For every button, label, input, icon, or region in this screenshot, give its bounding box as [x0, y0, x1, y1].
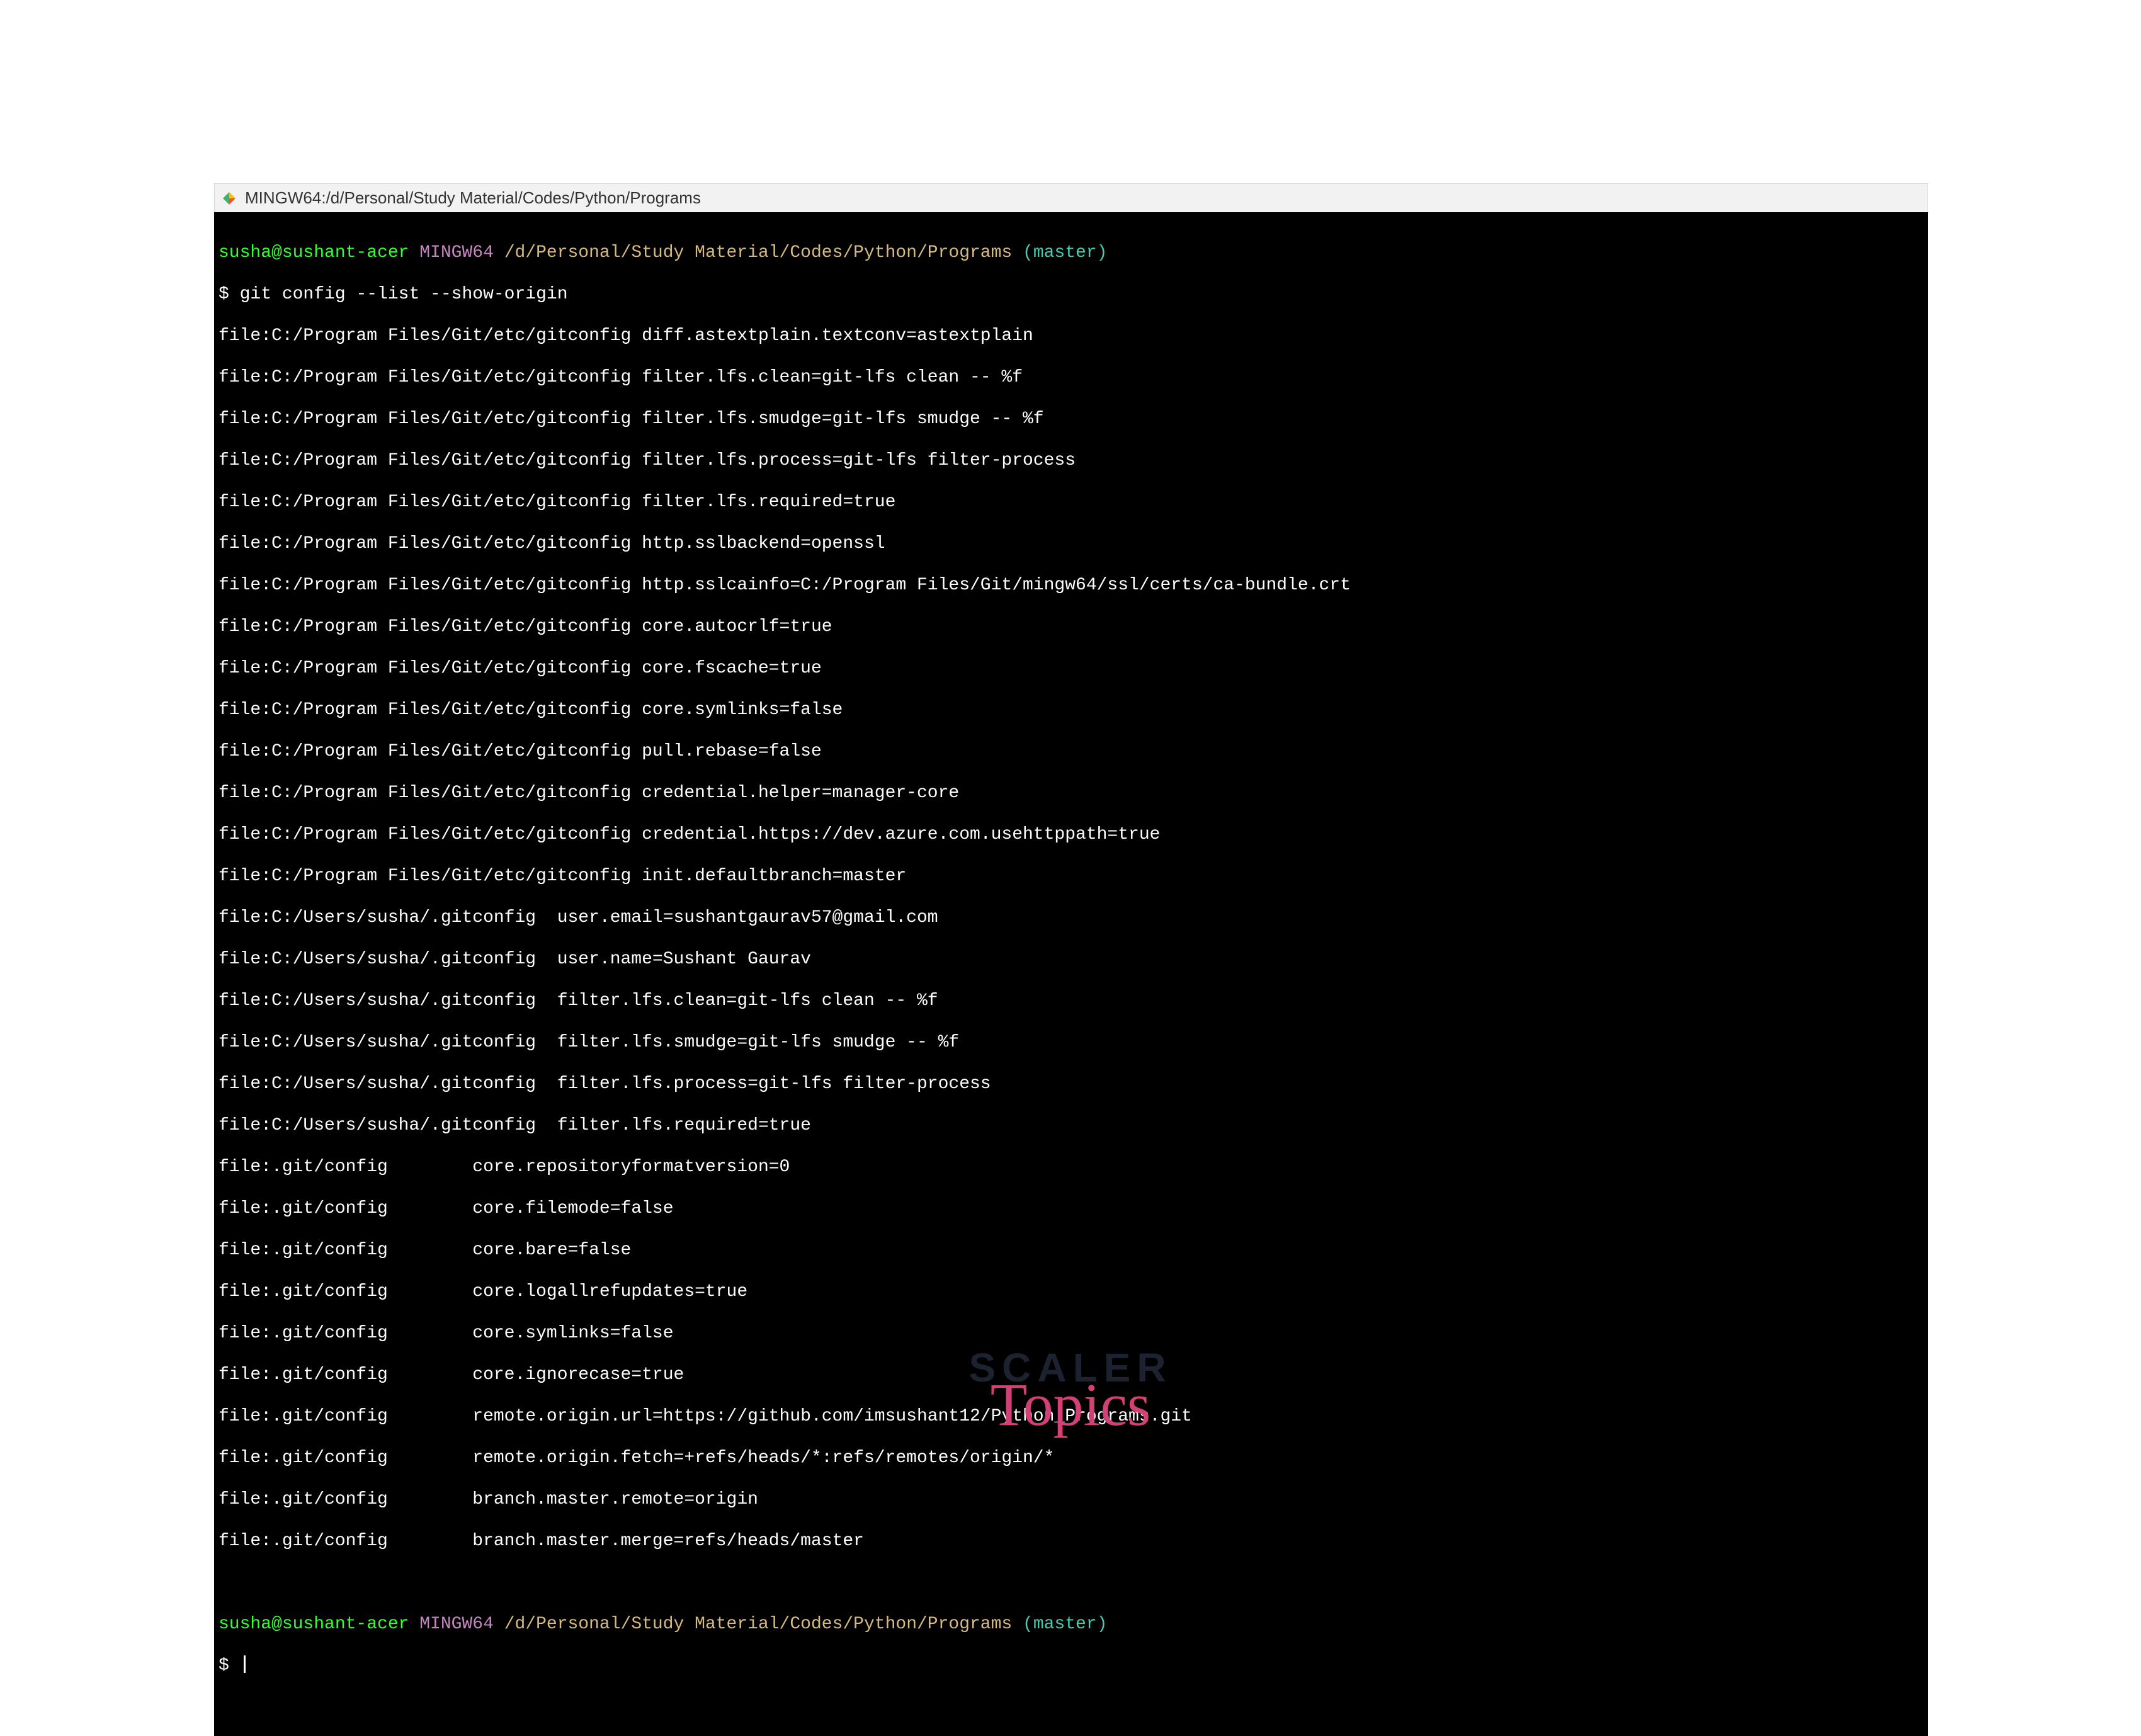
- prompt-branch: (master): [1012, 1614, 1107, 1634]
- window-titlebar: MINGW64:/d/Personal/Study Material/Codes…: [214, 183, 1928, 212]
- mingw-icon: [222, 191, 236, 205]
- output-line: file:C:/Program Files/Git/etc/gitconfig …: [219, 326, 1924, 346]
- window-title: MINGW64:/d/Personal/Study Material/Codes…: [245, 188, 701, 208]
- terminal-body[interactable]: susha@sushant-acer MINGW64 /d/Personal/S…: [214, 212, 1928, 1736]
- cursor: [244, 1655, 246, 1673]
- output-line: file:C:/Program Files/Git/etc/gitconfig …: [219, 616, 1924, 637]
- output-line: file:C:/Program Files/Git/etc/gitconfig …: [219, 824, 1924, 845]
- command-line: $ git config --list --show-origin: [219, 284, 1924, 305]
- output-line: file:C:/Program Files/Git/etc/gitconfig …: [219, 700, 1924, 720]
- prompt-mingw: MINGW64: [409, 243, 504, 263]
- terminal-window: MINGW64:/d/Personal/Study Material/Codes…: [214, 183, 1928, 1736]
- output-line: file:.git/config core.symlinks=false: [219, 1323, 1924, 1344]
- logo-topics-text: Topics: [882, 1375, 1259, 1435]
- output-line: file:C:/Users/susha/.gitconfig user.emai…: [219, 907, 1924, 928]
- output-line: file:.git/config core.repositoryformatve…: [219, 1157, 1924, 1177]
- prompt-path: /d/Personal/Study Material/Codes/Python/…: [504, 243, 1013, 263]
- output-line: file:C:/Users/susha/.gitconfig user.name…: [219, 949, 1924, 970]
- output-line: file:C:/Users/susha/.gitconfig filter.lf…: [219, 990, 1924, 1011]
- blank-line: [219, 1572, 1924, 1593]
- output-line: file:C:/Program Files/Git/etc/gitconfig …: [219, 575, 1924, 596]
- output-line: file:C:/Program Files/Git/etc/gitconfig …: [219, 533, 1924, 554]
- output-line: file:C:/Users/susha/.gitconfig filter.lf…: [219, 1074, 1924, 1094]
- output-line: file:C:/Program Files/Git/etc/gitconfig …: [219, 367, 1924, 388]
- output-line: file:C:/Program Files/Git/etc/gitconfig …: [219, 409, 1924, 429]
- output-line: file:.git/config branch.master.remote=or…: [219, 1489, 1924, 1510]
- scaler-topics-logo: SCALER Topics: [882, 1344, 1259, 1435]
- output-line: file:C:/Program Files/Git/etc/gitconfig …: [219, 783, 1924, 803]
- output-line: file:.git/config branch.master.merge=ref…: [219, 1531, 1924, 1552]
- prompt-branch: (master): [1012, 243, 1107, 263]
- output-line: file:.git/config core.bare=false: [219, 1240, 1924, 1261]
- prompt-user: susha@sushant-acer: [219, 1614, 409, 1634]
- command-line[interactable]: $: [219, 1655, 1924, 1676]
- output-line: file:C:/Users/susha/.gitconfig filter.lf…: [219, 1032, 1924, 1053]
- output-line: file:C:/Program Files/Git/etc/gitconfig …: [219, 450, 1924, 471]
- output-line: file:C:/Program Files/Git/etc/gitconfig …: [219, 658, 1924, 679]
- output-line: file:C:/Program Files/Git/etc/gitconfig …: [219, 741, 1924, 762]
- prompt-dollar: $: [219, 285, 240, 304]
- output-line: file:.git/config remote.origin.fetch=+re…: [219, 1448, 1924, 1468]
- entered-command: git config --list --show-origin: [240, 285, 568, 304]
- prompt-line: susha@sushant-acer MINGW64 /d/Personal/S…: [219, 1614, 1924, 1635]
- prompt-user: susha@sushant-acer: [219, 243, 409, 263]
- output-line: file:C:/Program Files/Git/etc/gitconfig …: [219, 866, 1924, 887]
- output-line: file:.git/config core.filemode=false: [219, 1198, 1924, 1219]
- prompt-mingw: MINGW64: [409, 1614, 504, 1634]
- output-line: file:C:/Program Files/Git/etc/gitconfig …: [219, 492, 1924, 513]
- output-line: file:C:/Users/susha/.gitconfig filter.lf…: [219, 1115, 1924, 1136]
- prompt-dollar: $: [219, 1656, 240, 1676]
- output-line: file:.git/config core.logallrefupdates=t…: [219, 1281, 1924, 1302]
- prompt-path: /d/Personal/Study Material/Codes/Python/…: [504, 1614, 1013, 1634]
- prompt-line: susha@sushant-acer MINGW64 /d/Personal/S…: [219, 242, 1924, 263]
